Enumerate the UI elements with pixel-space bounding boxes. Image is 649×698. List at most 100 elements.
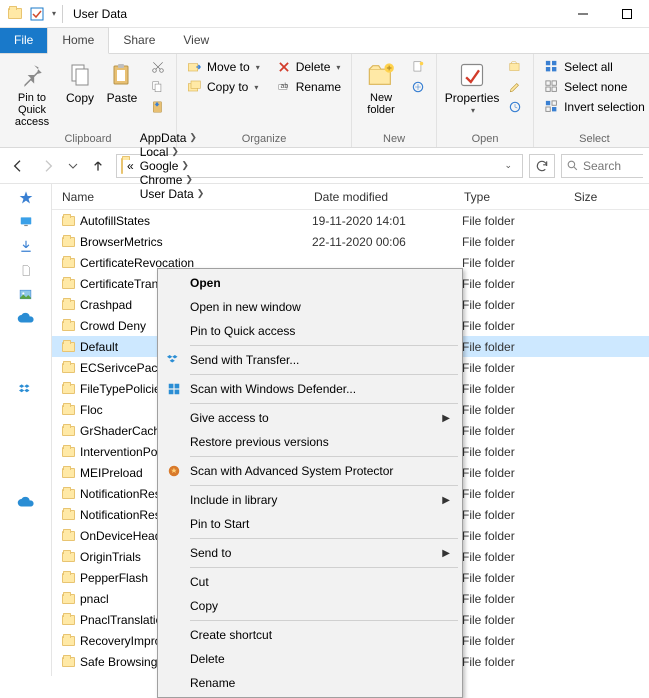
search-box[interactable]: Search bbox=[561, 154, 643, 178]
tab-view[interactable]: View bbox=[169, 28, 223, 53]
select-all-icon bbox=[544, 59, 560, 75]
nav-onedrive2-icon[interactable] bbox=[16, 494, 36, 510]
row-type: File folder bbox=[462, 466, 572, 480]
properties-button[interactable]: Properties ▾ bbox=[443, 56, 501, 116]
ctx-open[interactable]: Open bbox=[160, 271, 460, 295]
row-type: File folder bbox=[462, 235, 572, 249]
nav-quick-access-icon[interactable] bbox=[16, 190, 36, 206]
ctx-rename[interactable]: Rename bbox=[160, 671, 460, 695]
invert-selection-label: Invert selection bbox=[564, 100, 645, 114]
col-type[interactable]: Type bbox=[454, 190, 564, 204]
ctx-delete[interactable]: Delete bbox=[160, 647, 460, 671]
copy-to-button[interactable]: Copy to▾ bbox=[183, 78, 264, 96]
table-row[interactable]: AutofillStates19-11-2020 14:01File folde… bbox=[52, 210, 649, 231]
invert-selection-button[interactable]: Invert selection bbox=[540, 98, 649, 116]
breadcrumb-segment[interactable]: Google❯ bbox=[138, 159, 207, 173]
ctx-pin-start[interactable]: Pin to Start bbox=[160, 512, 460, 536]
col-size[interactable]: Size bbox=[564, 190, 649, 204]
ctx-cut[interactable]: Cut bbox=[160, 570, 460, 594]
select-none-button[interactable]: Select none bbox=[540, 78, 649, 96]
refresh-button[interactable] bbox=[529, 154, 555, 178]
ctx-include-library[interactable]: Include in library▶ bbox=[160, 488, 460, 512]
paste-shortcut-button[interactable] bbox=[146, 98, 170, 116]
row-type: File folder bbox=[462, 403, 572, 417]
defender-icon bbox=[166, 381, 182, 397]
edit-icon bbox=[507, 79, 523, 95]
breadcrumb-segment[interactable]: AppData❯ bbox=[138, 131, 207, 145]
row-name: AutofillStates bbox=[80, 214, 312, 228]
tab-home[interactable]: Home bbox=[47, 27, 109, 54]
select-none-label: Select none bbox=[564, 80, 627, 94]
properties-label: Properties bbox=[445, 92, 500, 105]
address-bar[interactable]: « AppData❯Local❯Google❯Chrome❯User Data❯… bbox=[116, 154, 523, 178]
easy-access-button[interactable] bbox=[406, 78, 430, 96]
ctx-send-to-label: Send to bbox=[190, 546, 231, 560]
crumb-label: Local bbox=[140, 145, 169, 159]
copy-path-button[interactable] bbox=[146, 78, 170, 96]
address-folder-icon bbox=[121, 159, 123, 173]
column-headers[interactable]: Name Date modified Type Size bbox=[52, 184, 649, 210]
ctx-copy-label: Copy bbox=[190, 599, 218, 613]
ctx-scan-defender[interactable]: Scan with Windows Defender... bbox=[160, 377, 460, 401]
ctx-scan-asp[interactable]: Scan with Advanced System Protector bbox=[160, 459, 460, 483]
folder-icon bbox=[62, 237, 80, 247]
ctx-send-transfer[interactable]: Send with Transfer... bbox=[160, 348, 460, 372]
ctx-separator bbox=[190, 538, 458, 539]
crumb-prefix[interactable]: « bbox=[125, 159, 136, 173]
breadcrumb-segment[interactable]: Local❯ bbox=[138, 145, 207, 159]
pin-label: Pin to Quick access bbox=[6, 92, 58, 128]
row-type: File folder bbox=[462, 256, 572, 270]
nav-dropbox-icon[interactable] bbox=[16, 382, 36, 398]
rename-button[interactable]: ab Rename bbox=[272, 78, 345, 96]
col-date[interactable]: Date modified bbox=[304, 190, 454, 204]
nav-documents-icon[interactable] bbox=[16, 262, 36, 278]
ctx-scan-asp-label: Scan with Advanced System Protector bbox=[190, 464, 393, 478]
minimize-button[interactable] bbox=[561, 0, 605, 28]
ctx-separator bbox=[190, 620, 458, 621]
group-clipboard-label: Clipboard bbox=[64, 133, 111, 146]
open-small-button[interactable] bbox=[503, 58, 527, 76]
search-icon bbox=[566, 159, 579, 172]
ctx-copy[interactable]: Copy bbox=[160, 594, 460, 618]
delete-icon bbox=[276, 59, 292, 75]
pin-quick-access-button[interactable]: Pin to Quick access bbox=[6, 56, 58, 128]
history-small-button[interactable] bbox=[503, 98, 527, 116]
tab-file[interactable]: File bbox=[0, 28, 47, 53]
nav-pictures-icon[interactable] bbox=[16, 286, 36, 302]
move-to-button[interactable]: Move to▾ bbox=[183, 58, 264, 76]
ctx-give-access[interactable]: Give access to▶ bbox=[160, 406, 460, 430]
paste-button[interactable]: Paste bbox=[102, 56, 142, 105]
back-button[interactable] bbox=[6, 154, 30, 178]
tab-share[interactable]: Share bbox=[109, 28, 169, 53]
edit-small-button[interactable] bbox=[503, 78, 527, 96]
select-all-button[interactable]: Select all bbox=[540, 58, 649, 76]
ctx-pin-quick-access[interactable]: Pin to Quick access bbox=[160, 319, 460, 343]
nav-downloads-icon[interactable] bbox=[16, 238, 36, 254]
new-folder-button[interactable]: New folder bbox=[358, 56, 404, 116]
ctx-restore-versions[interactable]: Restore previous versions bbox=[160, 430, 460, 454]
ctx-send-to[interactable]: Send to▶ bbox=[160, 541, 460, 565]
delete-button[interactable]: Delete▾ bbox=[272, 58, 345, 76]
qat-save-icon[interactable] bbox=[28, 5, 46, 23]
ctx-create-shortcut[interactable]: Create shortcut bbox=[160, 623, 460, 647]
qat-dropdown-icon[interactable]: ▾ bbox=[52, 9, 56, 18]
rename-icon: ab bbox=[276, 79, 292, 95]
address-dropdown-icon[interactable]: ⌄ bbox=[498, 160, 518, 171]
copy-path-icon bbox=[150, 79, 166, 95]
copy-button[interactable]: Copy bbox=[60, 56, 100, 105]
nav-onedrive-icon[interactable] bbox=[16, 310, 36, 326]
up-button[interactable] bbox=[86, 154, 110, 178]
navigation-pane[interactable] bbox=[0, 184, 52, 676]
forward-button[interactable] bbox=[36, 154, 60, 178]
svg-text:ab: ab bbox=[280, 83, 288, 90]
table-row[interactable]: BrowserMetrics22-11-2020 00:06File folde… bbox=[52, 231, 649, 252]
nav-desktop-icon[interactable] bbox=[16, 214, 36, 230]
maximize-button[interactable] bbox=[605, 0, 649, 28]
new-item-button[interactable] bbox=[406, 58, 430, 76]
folder-icon bbox=[62, 258, 80, 268]
recent-locations-button[interactable] bbox=[66, 154, 80, 178]
cut-small-button[interactable] bbox=[146, 58, 170, 76]
ctx-open-new-window[interactable]: Open in new window bbox=[160, 295, 460, 319]
col-name[interactable]: Name bbox=[52, 190, 304, 204]
select-none-icon bbox=[544, 79, 560, 95]
